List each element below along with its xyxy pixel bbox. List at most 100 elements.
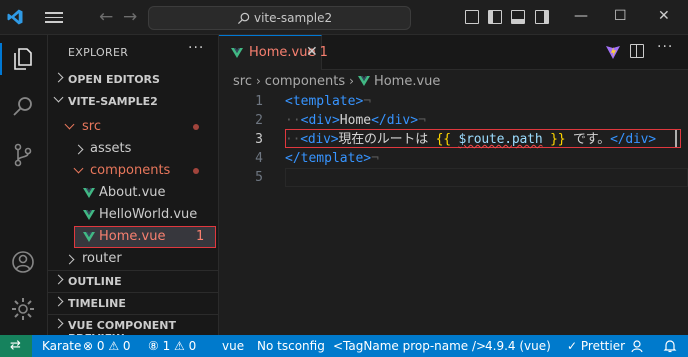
code-line-3: ··<div>現在のルートは {{ $route.path }} です。</di… (285, 130, 656, 149)
close-window-icon[interactable]: ✕ (658, 6, 670, 26)
vscode-logo-icon (7, 9, 23, 25)
minimize-icon[interactable]: — (574, 6, 588, 26)
status-tsconfig[interactable]: No tsconfig (257, 339, 325, 353)
section-vue-component-preview[interactable]: VUE COMPONENT PREVIEW (48, 314, 219, 345)
status-language[interactable]: vue (222, 339, 244, 353)
chevron-down-icon (73, 163, 84, 174)
settings-gear-icon[interactable] (10, 296, 36, 322)
code-token: {{ (435, 132, 451, 147)
chevron-right-icon: › (255, 74, 261, 88)
title-bar: ← → vite-sample2 — ☐ ✕ (0, 0, 688, 35)
tree-item-label: Home.vue (99, 229, 166, 244)
breadcrumb-item[interactable]: components (265, 74, 345, 89)
chevron-right-icon (53, 296, 64, 307)
code-token: </template> (285, 151, 372, 166)
whitespace-marker: ·· (285, 113, 301, 128)
line-number: 4 (255, 151, 263, 166)
section-label: OPEN EDITORS (68, 73, 160, 86)
vue-file-icon (83, 188, 95, 198)
tree-item-label: About.vue (99, 185, 166, 200)
tree-item-components[interactable]: components (48, 160, 219, 182)
remote-indicator[interactable]: ⇄ (0, 335, 32, 357)
modified-dot-icon (193, 124, 199, 130)
chevron-right-icon (53, 72, 64, 83)
vue-file-icon (83, 210, 95, 220)
tree-item-router[interactable]: router (48, 248, 219, 270)
line-number: 3 (255, 132, 263, 147)
tree-item-label: router (82, 251, 122, 266)
section-project[interactable]: VITE-SAMPLE2 (48, 91, 219, 113)
eol-marker: ¬ (418, 113, 426, 128)
chevron-right-icon (73, 144, 84, 155)
notifications-bell-icon[interactable] (663, 339, 677, 353)
section-open-editors[interactable]: OPEN EDITORS (48, 69, 219, 91)
tree-item-helloworld-vue[interactable]: HelloWorld.vue (48, 204, 219, 226)
code-token: }} (550, 132, 566, 147)
code-token: 現在のルートは (338, 132, 436, 147)
breadcrumb-item[interactable]: src (233, 74, 252, 89)
toggle-secondary-sidebar-icon[interactable] (535, 10, 549, 24)
status-info[interactable]: ⑧ 1 ⚠ 0 (148, 339, 196, 353)
active-indicator (0, 43, 2, 75)
more-actions-icon[interactable]: ··· (188, 40, 204, 56)
breadcrumb: src › components › Home.vue (219, 70, 688, 92)
back-arrow-icon[interactable]: ← (99, 7, 113, 27)
editor-tab-bar: Home.vue 1 ✕ ··· (219, 35, 688, 70)
text-cursor (675, 130, 677, 147)
toggle-panel-icon[interactable] (465, 10, 479, 24)
tree-item-label: HelloWorld.vue (99, 207, 198, 222)
code-editor[interactable]: 1 2 3 4 5 <template>¬ ··<div>Home</div>¬… (219, 92, 688, 335)
feedback-icon[interactable] (630, 339, 644, 353)
tree-item-assets[interactable]: assets (48, 138, 219, 160)
status-ts-version[interactable]: 4.9.4 (vue) (485, 339, 551, 353)
tree-item-src[interactable]: src (48, 116, 219, 138)
breadcrumb-item[interactable]: Home.vue (374, 74, 440, 89)
tree-item-about-vue[interactable]: About.vue (48, 182, 219, 204)
status-tag-format[interactable]: <TagName prop-name /> (333, 339, 486, 353)
code-token: </div> (610, 132, 656, 147)
code-token: <div> (300, 132, 339, 147)
vue-file-icon (231, 48, 243, 58)
vite-icon[interactable] (605, 44, 621, 60)
status-bar: ⇄ Karate ⊗ 0 ⚠ 0 ⑧ 1 ⚠ 0 vue No tsconfig… (0, 335, 688, 357)
maximize-icon[interactable]: ☐ (614, 6, 627, 26)
tab-home-vue[interactable]: Home.vue 1 ✕ (219, 35, 328, 70)
chevron-right-icon (53, 318, 64, 329)
chevron-down-icon (64, 119, 75, 130)
toggle-sidebar-icon[interactable] (488, 10, 502, 24)
toggle-bottom-panel-icon[interactable] (511, 10, 525, 24)
chevron-right-icon (64, 254, 75, 265)
remote-icon: ⇄ (10, 338, 21, 353)
source-control-icon[interactable] (10, 142, 36, 168)
section-outline[interactable]: OUTLINE (48, 270, 219, 292)
status-problems[interactable]: ⊗ 0 ⚠ 0 (83, 339, 131, 353)
section-timeline[interactable]: TIMELINE (48, 292, 219, 314)
status-prettier[interactable]: ✓ Prettier (567, 339, 625, 353)
forward-arrow-icon[interactable]: → (123, 7, 137, 27)
eol-marker: ¬ (371, 151, 379, 166)
eol-marker: ¬ (363, 94, 372, 109)
command-center-search[interactable]: vite-sample2 (148, 6, 411, 30)
line-number: 2 (255, 113, 263, 128)
tree-item-home-vue[interactable]: Home.vue 1 (74, 226, 216, 248)
code-token: <div> (300, 113, 340, 128)
more-actions-icon[interactable]: ··· (657, 39, 673, 55)
code-token: <template> (285, 94, 364, 109)
chevron-down-icon (53, 92, 64, 103)
explorer-icon[interactable] (10, 46, 36, 72)
empty-line-highlight (285, 168, 688, 187)
section-label: VITE-SAMPLE2 (68, 95, 158, 108)
line-number: 5 (255, 170, 263, 185)
account-icon[interactable] (10, 249, 36, 275)
search-icon[interactable] (10, 94, 36, 120)
chevron-right-icon: › (349, 74, 354, 88)
tree-item-label: components (90, 163, 171, 178)
explorer-sidebar: EXPLORER ··· OPEN EDITORS VITE-SAMPLE2 s… (48, 35, 219, 345)
status-karate[interactable]: Karate (42, 339, 81, 353)
search-icon (237, 12, 250, 24)
close-tab-icon[interactable]: ✕ (306, 44, 318, 60)
menu-icon[interactable] (45, 9, 63, 25)
vue-file-icon (357, 76, 370, 86)
activity-bar (0, 35, 48, 335)
split-editor-icon[interactable] (630, 44, 644, 58)
